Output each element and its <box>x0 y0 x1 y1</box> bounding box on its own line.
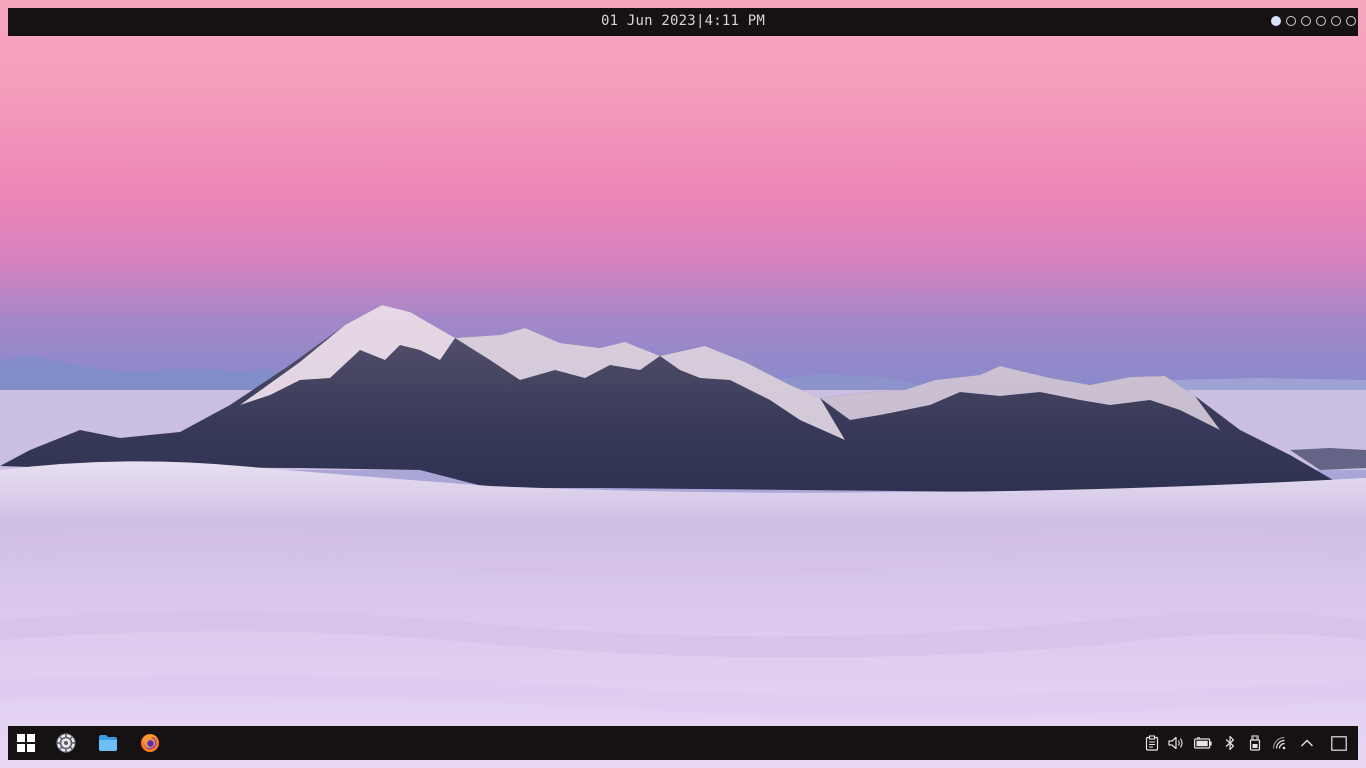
usb-drive-icon <box>1249 735 1261 751</box>
wifi-icon <box>1272 736 1286 750</box>
clipboard-button[interactable] <box>1144 734 1160 752</box>
date-label: 01 Jun 2023 <box>601 13 696 29</box>
settings-app-icon <box>56 733 76 753</box>
volume-button[interactable] <box>1168 734 1184 752</box>
workspace-3-indicator[interactable] <box>1301 16 1311 26</box>
top-bar: 01 Jun 2023|4:11 PM <box>8 8 1358 36</box>
chevron-up-icon <box>1301 739 1313 747</box>
workspace-switcher <box>1268 16 1356 29</box>
battery-button[interactable] <box>1194 734 1212 752</box>
bluetooth-icon <box>1225 735 1235 751</box>
battery-icon <box>1194 737 1212 749</box>
usb-drive-button[interactable] <box>1247 734 1263 752</box>
show-desktop-button[interactable] <box>1331 734 1347 752</box>
start-button[interactable] <box>14 731 38 755</box>
firefox-icon <box>141 734 159 752</box>
wifi-button[interactable] <box>1272 734 1288 752</box>
time-label: 4:11 PM <box>704 13 765 29</box>
desktop-wallpaper <box>0 0 1366 768</box>
file-manager-icon <box>99 735 117 751</box>
workspace-5-indicator[interactable] <box>1331 16 1341 26</box>
volume-icon <box>1168 736 1183 750</box>
settings-app-button[interactable] <box>54 731 78 755</box>
workspace-6-indicator[interactable] <box>1346 16 1356 26</box>
date-time-display[interactable]: 01 Jun 2023|4:11 PM <box>8 8 1358 36</box>
show-hidden-icons-button[interactable] <box>1299 734 1315 752</box>
clipboard-icon <box>1145 735 1159 751</box>
firefox-button[interactable] <box>138 731 162 755</box>
taskbar <box>8 726 1358 760</box>
workspace-1-indicator[interactable] <box>1271 16 1281 26</box>
workspace-4-indicator[interactable] <box>1316 16 1326 26</box>
bluetooth-button[interactable] <box>1222 734 1238 752</box>
file-manager-button[interactable] <box>96 731 120 755</box>
workspace-2-indicator[interactable] <box>1286 16 1296 26</box>
date-time-separator: | <box>695 13 705 29</box>
windows-logo-icon <box>17 734 35 752</box>
show-desktop-icon <box>1331 735 1347 751</box>
